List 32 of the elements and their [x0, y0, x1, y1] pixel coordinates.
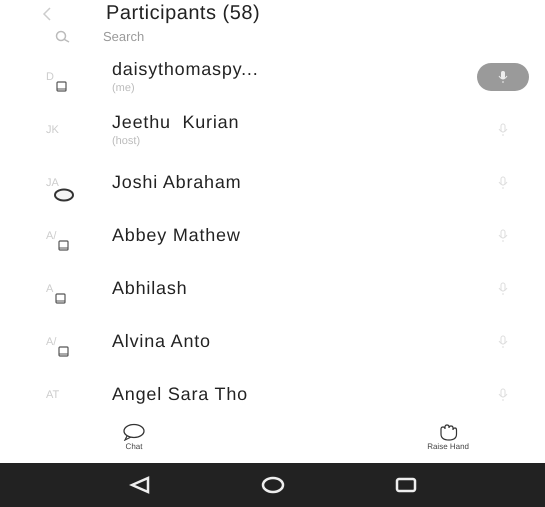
back-nav-icon[interactable]	[128, 476, 150, 494]
home-nav-icon[interactable]	[260, 476, 284, 494]
microphone-icon	[498, 70, 508, 84]
microphone-icon[interactable]	[498, 388, 508, 402]
circle-icon	[52, 188, 75, 202]
device-icon	[58, 240, 70, 250]
role-label: (me)	[112, 82, 136, 94]
recents-nav-icon[interactable]	[394, 477, 416, 493]
speech-bubble-icon	[122, 423, 146, 441]
device-icon	[55, 292, 66, 304]
participant-name: Joshi Abraham	[112, 172, 242, 193]
chat-button[interactable]: Chat	[118, 421, 150, 463]
device-icon	[56, 80, 67, 92]
microphone-icon[interactable]	[498, 176, 508, 190]
back-icon[interactable]	[42, 6, 52, 20]
microphone-icon[interactable]	[498, 122, 508, 136]
microphone-icon[interactable]	[498, 282, 508, 296]
participant-name: Angel Sara Tho	[112, 384, 249, 405]
search-icon	[55, 30, 71, 44]
participant-name: Alvina Anto	[112, 331, 212, 352]
microphone-icon[interactable]	[498, 228, 508, 242]
screen-title: Participants (58)	[106, 2, 260, 25]
raise-hand-button[interactable]: Raise Hand	[423, 421, 473, 463]
search-field[interactable]: Search	[101, 27, 305, 46]
participant-name: Jeethu Kurian	[112, 112, 240, 133]
microphone-icon[interactable]	[498, 334, 508, 348]
participant-name: daisythomaspy...	[112, 59, 260, 80]
participant-name: Abhilash	[112, 278, 188, 299]
device-icon	[58, 346, 70, 356]
participant-name: Abbey Mathew	[112, 225, 242, 246]
role-label: (host)	[112, 135, 142, 147]
mic-indicator[interactable]	[477, 62, 529, 90]
